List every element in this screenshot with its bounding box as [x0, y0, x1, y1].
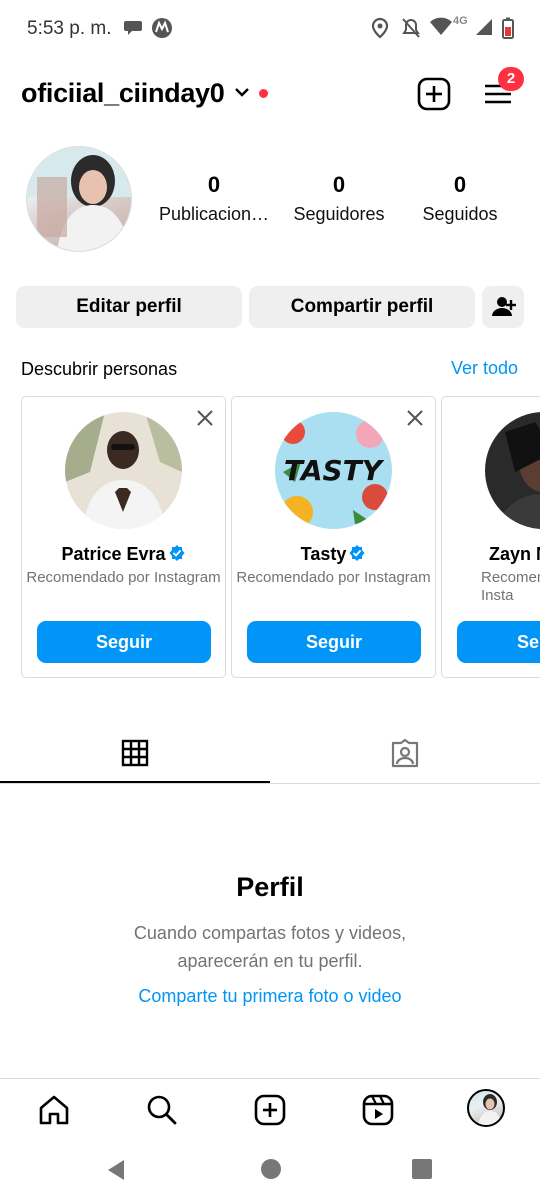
status-time: 5:53 p. m. [27, 18, 112, 39]
suggestion-photo [485, 412, 540, 529]
close-icon[interactable] [406, 409, 424, 427]
battery-icon [502, 17, 514, 39]
stat-posts-label: Publicacion… [158, 204, 270, 224]
suggestion-name-row: Tasty [232, 544, 435, 565]
suggestion-name-row: Patrice Evra [22, 544, 225, 565]
stat-following-label: Seguidos [422, 204, 498, 224]
follow-button[interactable]: Seguir [247, 621, 421, 663]
create-icon[interactable] [253, 1093, 287, 1127]
bottom-nav [0, 1078, 540, 1138]
recents-icon[interactable] [412, 1159, 432, 1179]
discover-title: Descubrir personas [21, 359, 178, 379]
edit-profile-button[interactable]: Editar perfil [16, 286, 242, 328]
discover-people-button[interactable] [482, 286, 524, 328]
suggestion-card[interactable]: Patrice Evra Recomendado por Instagram S… [21, 396, 226, 678]
share-profile-button[interactable]: Compartir perfil [249, 286, 475, 328]
grid-icon[interactable] [121, 739, 149, 767]
stat-posts-count: 0 [207, 172, 221, 197]
suggestion-photo [65, 412, 182, 529]
follow-button[interactable]: Seguir [37, 621, 211, 663]
stat-followers-label: Seguidores [293, 204, 385, 224]
username-switcher[interactable]: oficiial_ciinday0 [21, 78, 225, 109]
stat-following-count: 0 [453, 172, 467, 197]
stat-followers-count: 0 [332, 172, 346, 197]
svg-text:TASTY: TASTY [284, 454, 385, 487]
see-all-link[interactable]: Ver todo [451, 358, 518, 379]
chat-bubble-icon [124, 21, 142, 35]
system-nav-bar [0, 1140, 540, 1200]
profile-avatar[interactable] [26, 146, 132, 252]
wifi-icon [430, 17, 452, 35]
verified-badge-icon [169, 545, 185, 561]
status-bar: 5:53 p. m. 4G [0, 0, 540, 58]
mute-icon [402, 18, 420, 38]
close-icon[interactable] [196, 409, 214, 427]
suggestion-avatar[interactable]: TASTY [275, 412, 392, 529]
suggestion-name: Tasty [300, 544, 347, 564]
profile-tabs [0, 720, 540, 784]
reels-icon[interactable] [361, 1093, 395, 1127]
profile-header: oficiial_ciinday0 [0, 70, 540, 120]
empty-state-title: Perfil [236, 872, 304, 902]
stat-followers[interactable]: 0 Seguidores [284, 172, 394, 225]
tagged-icon[interactable] [390, 738, 420, 768]
add-post-icon[interactable] [416, 76, 452, 112]
empty-state-text: Cuando compartas fotos y videos, aparece… [0, 919, 540, 975]
unread-dot [259, 89, 268, 98]
suggestion-avatar[interactable] [65, 412, 182, 529]
empty-state-line1: Cuando compartas fotos y videos, [133, 923, 407, 943]
stat-following[interactable]: 0 Seguidos [410, 172, 510, 225]
suggestion-card[interactable]: TASTY Tasty Recomendado por Instagram Se… [231, 396, 436, 678]
suggestion-name: Patrice Evra [61, 544, 166, 564]
signal-icon [476, 19, 492, 35]
network-type: 4G [453, 15, 468, 27]
stat-posts[interactable]: 0 Publicacion… [152, 172, 276, 225]
menu-notification-badge: 2 [498, 67, 524, 91]
suggestion-avatar[interactable] [485, 412, 540, 529]
search-icon[interactable] [145, 1093, 179, 1127]
suggestion-name: Zayn M [489, 544, 540, 564]
suggestion-subtitle: Recomendado por Instagram [26, 569, 221, 586]
motorola-icon [152, 18, 172, 38]
add-person-icon [492, 297, 516, 316]
share-first-photo-link[interactable]: Comparte tu primera foto o video [0, 986, 540, 1007]
suggestion-subtitle: Recomendado por Instagram [236, 569, 431, 586]
verified-badge-icon [349, 545, 365, 561]
back-icon[interactable] [104, 1158, 128, 1182]
chevron-down-icon[interactable] [234, 86, 250, 98]
active-tab-indicator [0, 781, 270, 783]
home-icon[interactable] [37, 1093, 71, 1127]
suggestion-subtitle: Recomen Insta [481, 569, 540, 604]
empty-state-line2: aparecerán en tu perfil. [177, 951, 363, 971]
avatar-photo [27, 147, 131, 251]
suggestion-card[interactable]: Zayn M Recomen Insta Se [441, 396, 540, 678]
location-icon [371, 17, 389, 39]
tasty-logo-image: TASTY [275, 412, 392, 529]
home-circle-icon[interactable] [260, 1158, 282, 1180]
profile-avatar-nav[interactable] [467, 1089, 505, 1127]
follow-button[interactable]: Se [457, 621, 540, 663]
avatar-photo [478, 1094, 502, 1125]
